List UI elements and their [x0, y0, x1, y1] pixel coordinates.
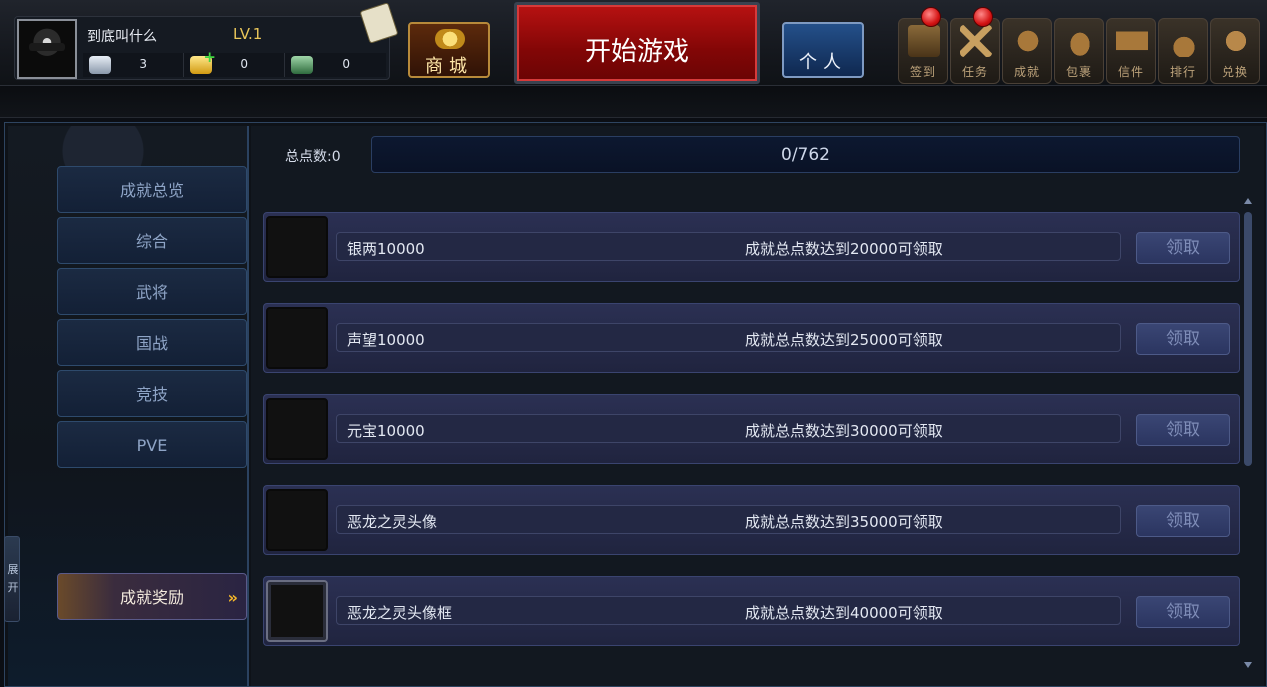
expand-tab[interactable]: 展 开 [4, 536, 20, 622]
claim-button[interactable]: 领取 [1136, 414, 1230, 446]
personal-label: 个人 [799, 52, 847, 73]
quick-checkin-button[interactable]: 签到 [898, 7, 948, 84]
total-points-label: 总点数:0 [285, 149, 341, 165]
reward-condition: 成就总点数达到30000可领取 [745, 422, 943, 440]
gold-ingot-reward-icon [266, 398, 328, 460]
double-arrow-icon: » [227, 588, 238, 607]
notification-badge [921, 7, 941, 27]
reward-name: 恶龙之灵头像 [347, 513, 438, 531]
reward-info: 恶龙之灵头像 成就总点数达到35000可领取 [336, 505, 1121, 534]
quick-bag-button[interactable]: 包裹 [1054, 18, 1104, 84]
reward-name: 声望10000 [347, 331, 425, 349]
quick-label: 签到 [909, 65, 936, 79]
sidebar-item-general[interactable]: 综合 [57, 217, 247, 264]
player-profile: 到底叫什么 LV.1 3 0 0 [14, 16, 390, 80]
expand-char-2: 开 [7, 581, 19, 594]
gold-value: 0 [240, 57, 248, 71]
achievement-icon [1012, 25, 1044, 57]
ranking-icon [1168, 25, 1200, 57]
reward-row: 恶龙之灵头像框 成就总点数达到40000可领取 领取 [263, 576, 1240, 646]
player-level: LV.1 [233, 25, 263, 43]
sidebar-item-overview[interactable]: 成就总览 [57, 166, 247, 213]
claim-button[interactable]: 领取 [1136, 596, 1230, 628]
quick-label: 成就 [1013, 65, 1040, 79]
reward-info: 银两10000 成就总点数达到20000可领取 [336, 232, 1121, 261]
reward-name: 元宝10000 [347, 422, 425, 440]
sidebar-item-generals[interactable]: 武将 [57, 268, 247, 315]
jade-seal-reward-icon [266, 307, 328, 369]
quick-label: 信件 [1117, 65, 1144, 79]
top-bar: 到底叫什么 LV.1 3 0 0 商城 开始游戏 个人 签到 [0, 0, 1267, 86]
sub-bar [0, 86, 1267, 118]
coin-icon [435, 29, 465, 49]
jade-seal-icon [291, 56, 313, 74]
dragon-frame-icon [266, 580, 328, 642]
sidebar-item-rewards[interactable]: 成就奖励 » [57, 573, 247, 620]
quick-achievement-button[interactable]: 成就 [1002, 18, 1052, 84]
quick-task-button[interactable]: 任务 [950, 7, 1000, 84]
reward-row: 元宝10000 成就总点数达到30000可领取 领取 [263, 394, 1240, 464]
claim-button[interactable]: 领取 [1136, 323, 1230, 355]
start-game-button[interactable]: 开始游戏 [514, 2, 760, 84]
reward-row: 银两10000 成就总点数达到20000可领取 领取 [263, 212, 1240, 282]
dragon-avatar-icon [266, 489, 328, 551]
reward-info: 声望10000 成就总点数达到25000可领取 [336, 323, 1121, 352]
bag-icon [1064, 25, 1096, 57]
shop-button[interactable]: 商城 [408, 22, 490, 78]
scrollbar-thumb[interactable] [1244, 212, 1252, 466]
progress-text: 0/762 [781, 145, 830, 165]
quick-ranking-button[interactable]: 排行 [1158, 18, 1208, 84]
claim-button[interactable]: 领取 [1136, 232, 1230, 264]
quick-label: 兑换 [1221, 65, 1248, 79]
sidebar-item-arena[interactable]: 竞技 [57, 370, 247, 417]
scroll-down-arrow[interactable] [1244, 662, 1252, 668]
mask-exchange-icon [1220, 25, 1252, 57]
quick-mail-button[interactable]: 信件 [1106, 18, 1156, 84]
checkin-icon [908, 25, 940, 57]
sidebar-item-label: 成就奖励 [119, 588, 184, 607]
jade-value: 0 [342, 57, 350, 71]
quick-exchange-button[interactable]: 兑换 [1210, 18, 1260, 84]
crossed-swords-icon [960, 25, 992, 57]
resource-gold[interactable]: 0 [184, 48, 285, 77]
sidebar-item-pve[interactable]: PVE [57, 421, 247, 468]
reward-row: 恶龙之灵头像 成就总点数达到35000可领取 领取 [263, 485, 1240, 555]
reward-condition: 成就总点数达到40000可领取 [745, 604, 943, 622]
silver-reward-icon [266, 216, 328, 278]
sidebar-item-nation-war[interactable]: 国战 [57, 319, 247, 366]
reward-condition: 成就总点数达到35000可领取 [745, 513, 943, 531]
silver-value: 3 [139, 57, 147, 71]
resource-jade: 0 [285, 53, 386, 77]
reward-row: 声望10000 成就总点数达到25000可领取 领取 [263, 303, 1240, 373]
claim-button[interactable]: 领取 [1136, 505, 1230, 537]
personal-button[interactable]: 个人 [782, 22, 864, 78]
resource-row: 3 0 0 [83, 48, 387, 77]
player-name: 到底叫什么 [87, 29, 157, 45]
expand-char-1: 展 [7, 563, 19, 576]
reward-info: 元宝10000 成就总点数达到30000可领取 [336, 414, 1121, 443]
reward-name: 恶龙之灵头像框 [347, 604, 453, 622]
resource-silver: 3 [83, 53, 184, 77]
player-avatar[interactable] [17, 19, 77, 79]
notification-badge [973, 7, 993, 27]
quick-label: 任务 [961, 65, 988, 79]
reward-condition: 成就总点数达到20000可领取 [745, 240, 943, 258]
quick-label: 排行 [1169, 65, 1196, 79]
total-progress-bar: 0/762 [371, 136, 1240, 173]
silver-icon [89, 56, 111, 74]
reward-name: 银两10000 [347, 240, 425, 258]
quick-label: 包裹 [1065, 65, 1092, 79]
reward-condition: 成就总点数达到25000可领取 [745, 331, 943, 349]
scroll-mail-icon [1116, 25, 1148, 57]
gold-ingot-icon [190, 48, 216, 74]
shop-label: 商城 [425, 56, 473, 77]
start-game-label: 开始游戏 [584, 37, 689, 67]
reward-info: 恶龙之灵头像框 成就总点数达到40000可领取 [336, 596, 1121, 625]
scroll-up-arrow[interactable] [1244, 198, 1252, 204]
